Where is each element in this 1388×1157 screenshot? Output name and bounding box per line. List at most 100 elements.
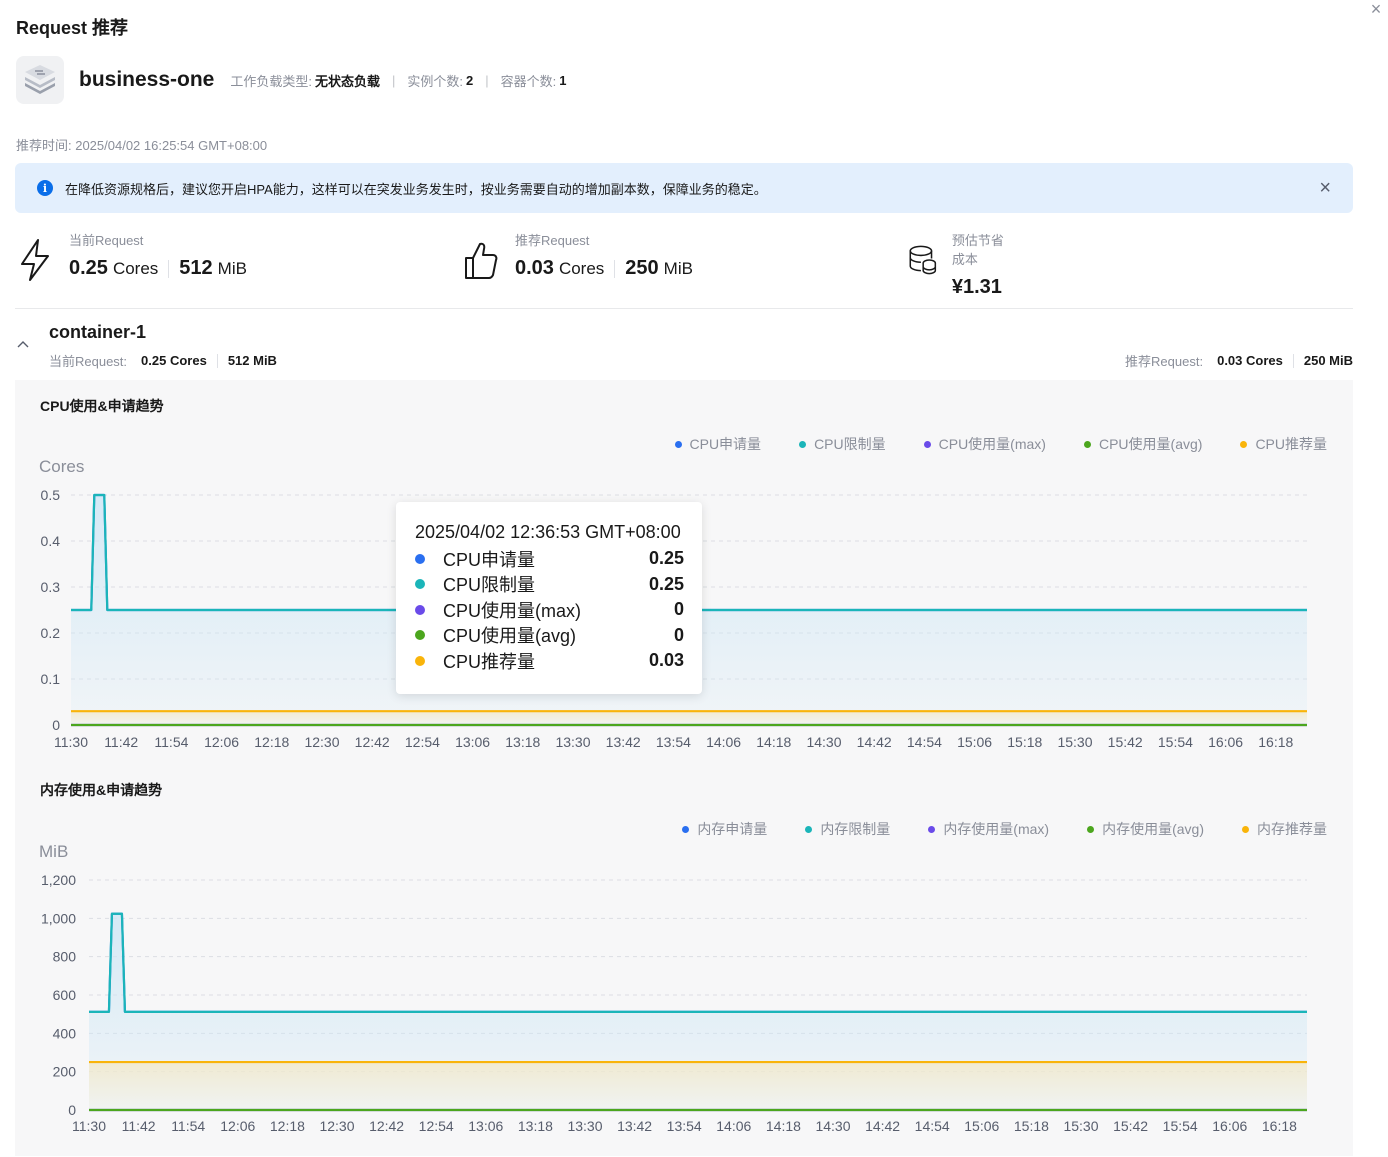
legend-label: 内存使用量(avg) [1102,821,1204,837]
meta-separator: | [485,72,489,88]
legend-label: CPU申请量 [689,436,762,452]
tooltip-dot [415,655,425,666]
tooltip-series-value: 0.25 [648,548,684,569]
tooltip-dot [415,579,425,590]
container-current-request: 当前Request: 0.25 Cores 512 MiB [49,351,277,370]
coins-database-icon [909,245,937,275]
legend-label: 内存申请量 [697,821,768,837]
notice-close-button[interactable]: × [1319,177,1331,200]
workload-meta: 工作负载类型: 无状态负载 | 实例个数: 2 | 容器个数: 1 [230,71,566,90]
tooltip-dot [415,604,425,615]
divider [15,308,1353,309]
legend-label: CPU推荐量 [1255,436,1327,452]
legend-label: CPU使用量(max) [938,436,1046,452]
legend-label: CPU使用量(avg) [1098,436,1203,452]
value-separator [1292,353,1294,368]
tooltip-row: CPU推荐量 0.03 [415,648,684,674]
container-current-mem: 512 MiB [227,353,277,368]
cpu-chart-legend: CPU申请量 CPU限制量 CPU使用量(max) CPU使用量(avg) CPU推荐量 [637,434,1327,454]
recommended-cpu-unit: Cores [558,259,605,278]
chevron-up-icon[interactable] [16,336,30,352]
container-rec-label: 推荐Request: [1125,354,1204,369]
legend-item[interactable]: CPU推荐量 [1240,434,1327,454]
tooltip-series-name: CPU使用量(avg) [443,626,577,647]
page-title: Request 推荐 [16,18,129,38]
containers-value: 1 [559,72,567,88]
tooltip-series-name: CPU限制量 [443,575,536,596]
legend-dot [674,440,682,448]
current-request-card: 当前Request 0.25 Cores 512 MiB [16,226,247,284]
recommended-mem-unit: MiB [663,259,693,278]
chart-tooltip: 2025/04/02 12:36:53 GMT+08:00 CPU申请量 0.25… [396,502,702,694]
container-rec-mem: 250 MiB [1303,353,1353,368]
saving-cost-label: 预估节省成本 [951,233,1004,267]
tooltip-row: CPU申请量 0.25 [415,546,684,572]
container-rec-cpu: 0.03 Cores [1217,353,1283,368]
tooltip-series-value: 0 [673,624,684,645]
container-name: container-1 [49,322,147,342]
workload-type-value: 无状态负载 [315,73,381,89]
legend-item[interactable]: CPU使用量(avg) [1083,434,1203,454]
dialog-close-button[interactable]: × [1366,0,1386,20]
mem-chart-legend: 内存申请量 内存限制量 内存使用量(max) 内存使用量(avg) 内存推荐量 [644,819,1327,839]
info-icon: i [37,180,53,196]
legend-label: 内存推荐量 [1257,821,1327,837]
legend-item[interactable]: 内存申请量 [682,819,767,839]
value-separator [168,259,170,278]
workload-stack-icon [16,56,64,104]
recommended-mem-value: 250 [625,257,659,279]
legend-item[interactable]: 内存限制量 [805,819,890,839]
notice-text: 在降低资源规格后，建议您开启HPA能力，这样可以在突发业务发生时，按业务需要自动… [65,181,767,197]
tooltip-series-name: CPU推荐量 [443,651,536,672]
current-cpu-value: 0.25 [69,257,108,279]
recommended-request-label: 推荐Request [515,233,590,248]
legend-dot [928,825,936,833]
container-current-cpu: 0.25 Cores [141,353,207,368]
value-separator [216,353,218,368]
legend-label: CPU限制量 [814,436,886,452]
value-separator [614,259,616,278]
legend-item[interactable]: CPU申请量 [674,434,762,454]
workload-header: business-one 工作负载类型: 无状态负载 | 实例个数: 2 | 容… [16,56,567,104]
current-mem-value: 512 [179,257,213,279]
chart-panel: CPU使用&申请趋势 CPU申请量 CPU限制量 CPU使用量(max) CPU使用量… [15,380,1353,1156]
instances-label: 实例个数: [407,73,464,89]
current-request-label: 当前Request [69,233,144,248]
legend-dot [682,825,690,833]
current-mem-unit: MiB [217,259,247,278]
hpa-notice: i 在降低资源规格后，建议您开启HPA能力，这样可以在突发业务发生时，按业务需要… [15,163,1353,213]
tooltip-row: CPU使用量(avg) 0 [415,623,684,649]
tooltip-series-name: CPU使用量(max) [443,600,581,621]
tooltip-series-value: 0 [673,599,684,620]
cpu-chart-title: CPU使用&申请趋势 [40,398,164,414]
workload-name: business-one [79,68,215,91]
legend-dot [923,440,931,448]
tooltip-series-name: CPU申请量 [443,549,536,570]
recommended-cpu-value: 0.03 [515,257,554,279]
tooltip-series-value: 0.25 [648,573,684,594]
tooltip-row: CPU限制量 0.25 [415,572,684,598]
legend-dot [799,440,807,448]
saving-cost-card: 预估节省成本 ¥1.31 [908,226,1011,299]
legend-item[interactable]: 内存推荐量 [1242,819,1327,839]
tooltip-dot [415,630,425,641]
container-current-label: 当前Request: [49,354,128,369]
tooltip-title: 2025/04/02 12:36:53 GMT+08:00 [415,522,681,542]
workload-type-label: 工作负载类型: [230,73,312,89]
legend-label: 内存使用量(max) [943,821,1050,837]
thumbs-up-icon [465,242,498,279]
legend-item[interactable]: CPU使用量(max) [923,434,1046,454]
tooltip-series-value: 0.03 [648,650,684,671]
legend-dot [1083,440,1091,448]
mem-chart-title: 内存使用&申请趋势 [40,782,163,798]
legend-label: 内存限制量 [820,821,891,837]
instances-value: 2 [466,72,474,88]
tooltip-row: CPU使用量(max) 0 [415,597,684,623]
tooltip-dot [415,553,425,564]
legend-item[interactable]: 内存使用量(max) [928,819,1049,839]
recommended-request-card: 推荐Request 0.03 Cores 250 MiB [462,226,693,284]
meta-separator: | [392,72,396,88]
legend-item[interactable]: 内存使用量(avg) [1087,819,1204,839]
saving-cost-value: ¥1.31 [951,276,1002,298]
legend-item[interactable]: CPU限制量 [799,434,886,454]
